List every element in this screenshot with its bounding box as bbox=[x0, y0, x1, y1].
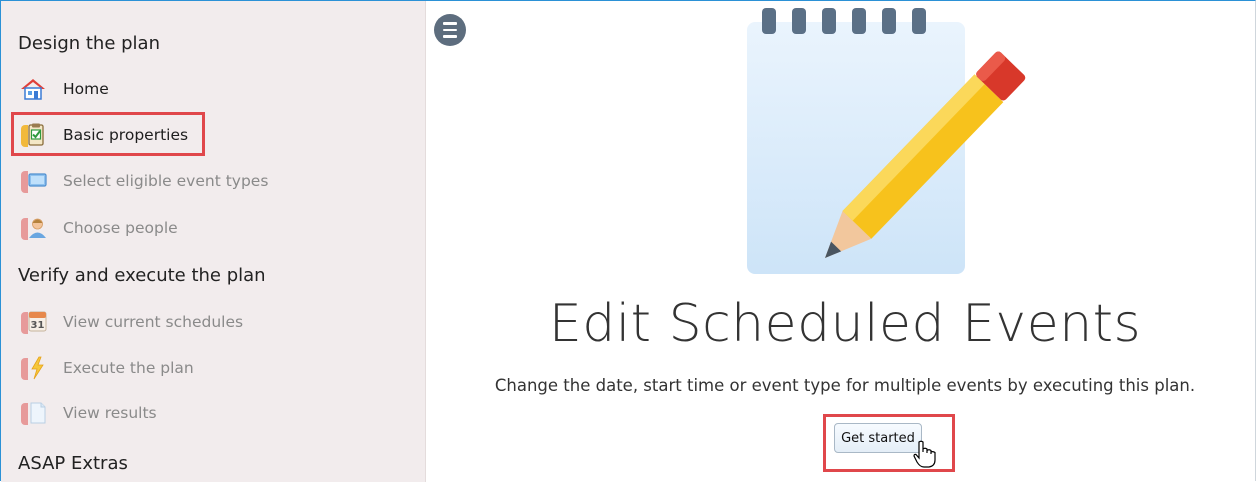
sidebar-item-select-event-types[interactable]: Select eligible event types bbox=[19, 165, 399, 197]
sidebar-item-choose-people[interactable]: Choose people bbox=[19, 212, 399, 244]
sidebar-item-label: Select eligible event types bbox=[63, 172, 269, 190]
monitor-icon bbox=[19, 168, 47, 194]
person-icon bbox=[19, 215, 47, 241]
get-started-highlight bbox=[823, 414, 955, 472]
sidebar-item-label: View results bbox=[63, 404, 157, 422]
basic-properties-highlight bbox=[11, 112, 205, 156]
section-title-design: Design the plan bbox=[18, 33, 160, 54]
home-icon bbox=[19, 76, 47, 102]
sidebar-item-home[interactable]: Home bbox=[19, 73, 399, 105]
notepad-pencil-illustration bbox=[740, 0, 1030, 280]
sidebar: Design the plan Home Basic properties Se… bbox=[1, 1, 426, 482]
sidebar-item-label: Choose people bbox=[63, 219, 178, 237]
page-subtitle: Change the date, start time or event typ… bbox=[494, 376, 1196, 395]
document-icon bbox=[19, 400, 47, 426]
section-title-extras: ASAP Extras bbox=[18, 453, 128, 474]
page-title: Edit Scheduled Events bbox=[548, 294, 1142, 354]
section-title-verify: Verify and execute the plan bbox=[18, 265, 266, 286]
sidebar-item-label: Home bbox=[63, 80, 109, 98]
hamburger-menu-button[interactable] bbox=[434, 14, 466, 46]
sidebar-item-label: Execute the plan bbox=[63, 359, 194, 377]
sidebar-item-view-results[interactable]: View results bbox=[19, 397, 399, 429]
